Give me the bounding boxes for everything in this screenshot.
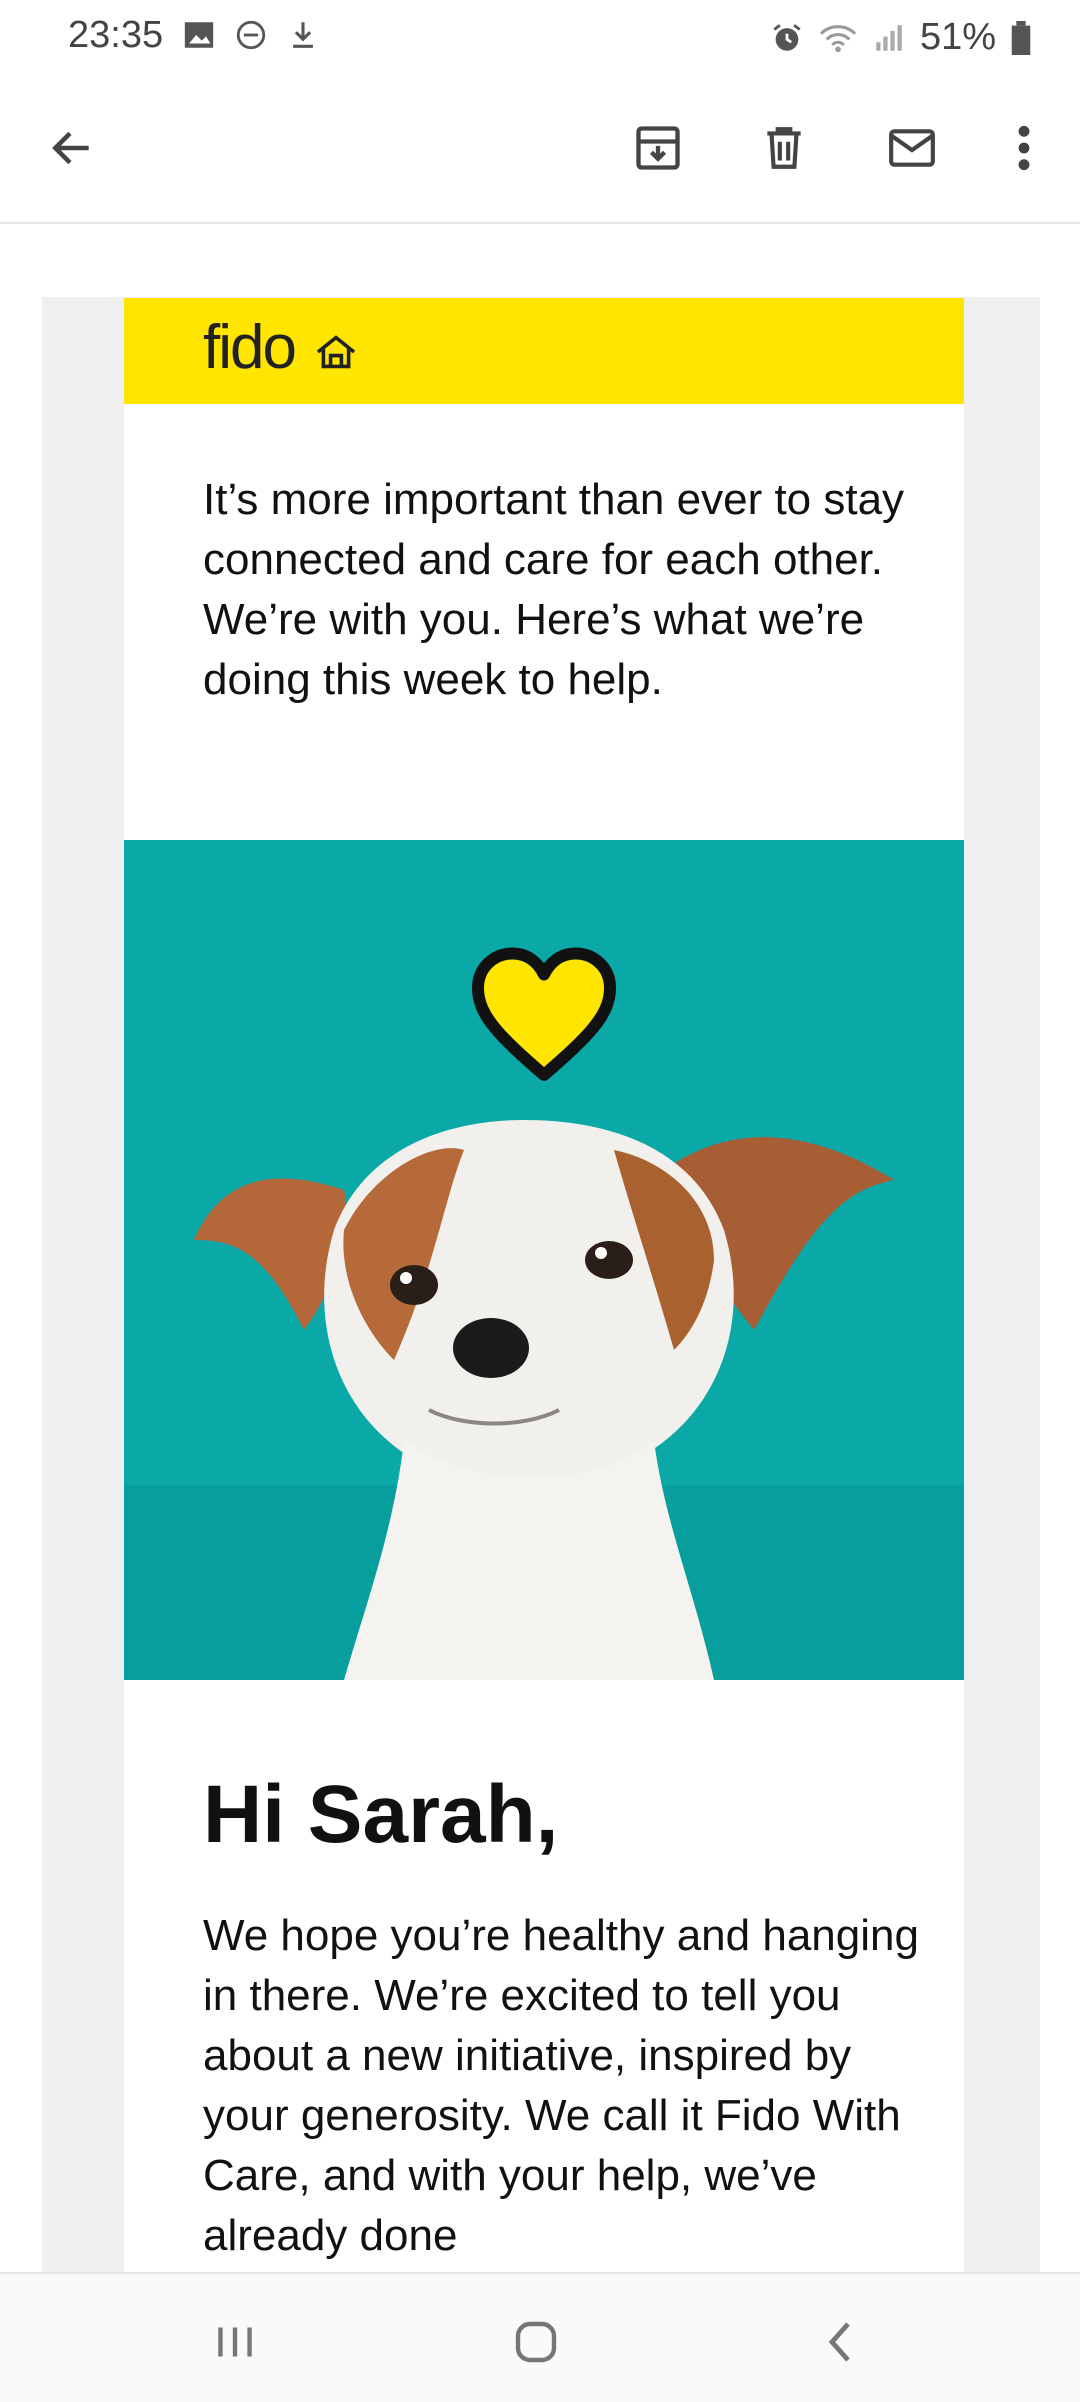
back-icon [828, 2322, 850, 2362]
do-not-disturb-icon [236, 20, 266, 50]
download-icon [293, 22, 313, 48]
intro-line-1: It’s more important than ever to stay co… [203, 475, 905, 584]
navigation-bar [0, 2272, 1080, 2402]
intro-line-2: We’re with you. Here’s what we’re doing … [203, 595, 865, 704]
archive-button[interactable] [626, 116, 690, 180]
mail-icon [889, 129, 935, 167]
dog-illustration [194, 1120, 894, 1680]
home-button[interactable] [496, 2312, 576, 2372]
archive-icon [636, 126, 680, 170]
recent-apps-button[interactable] [195, 2312, 275, 2372]
email-body-text: We hope you’re healthy and hanging in th… [203, 1911, 919, 2260]
back-nav-button[interactable] [800, 2312, 880, 2372]
more-vert-icon [1018, 125, 1030, 171]
battery-icon [1011, 20, 1031, 55]
brand-header: fido [124, 298, 964, 404]
greeting-heading: Hi Sarah, [203, 1769, 559, 1860]
delete-button[interactable] [752, 116, 816, 180]
recent-apps-icon [218, 2327, 252, 2357]
wifi-icon [819, 24, 857, 52]
alarm-icon [773, 23, 801, 51]
house-logo-icon [316, 335, 356, 369]
signal-icon [876, 24, 902, 51]
intro-text: It’s more important than ever to stay co… [203, 470, 923, 710]
email-toolbar [0, 76, 1080, 224]
back-button[interactable] [40, 116, 104, 180]
home-icon [515, 2321, 557, 2363]
status-bar: 23:35 51% [0, 0, 1080, 76]
hero-image [124, 840, 964, 1680]
more-options-button[interactable] [992, 116, 1056, 180]
brand-logo: fido [203, 313, 297, 382]
battery-percent: 51% [919, 16, 996, 58]
image-icon [184, 22, 214, 48]
mark-unread-button[interactable] [880, 116, 944, 180]
heart-icon [472, 947, 616, 1081]
delete-icon [767, 127, 801, 169]
status-time: 23:35 [68, 14, 164, 56]
back-arrow-icon [52, 131, 89, 165]
